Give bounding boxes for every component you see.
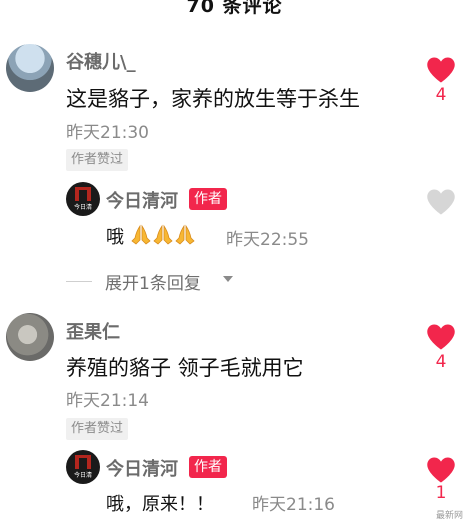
reply-text: 哦 xyxy=(106,227,124,248)
comment-username[interactable]: 谷穗儿\_ xyxy=(66,48,136,74)
reply-time: 昨天22:55 xyxy=(226,230,309,250)
comments-count-title: 70 条评论 xyxy=(186,0,283,17)
author-badge: 作者 xyxy=(189,456,227,478)
logo-mark-icon xyxy=(75,187,91,201)
watermark: 最新网 xyxy=(435,511,463,521)
logo-mark-icon xyxy=(75,455,91,469)
comment-time: 昨天21:30 xyxy=(66,123,149,143)
avatar-logo-text: 今日清 xyxy=(73,204,92,211)
like-heart-icon[interactable] xyxy=(426,56,456,84)
reply-username[interactable]: 今日清河 xyxy=(106,455,178,481)
avatar[interactable]: 今日清 xyxy=(66,182,100,216)
avatar-logo-text: 今日清 xyxy=(73,472,92,479)
folded-hands-icon xyxy=(130,224,152,246)
reply-text-line: 哦 xyxy=(106,223,196,249)
reply-text: 哦，原来！！ xyxy=(106,494,214,515)
comment-time: 昨天21:14 xyxy=(66,391,149,411)
comment-username[interactable]: 歪果仁 xyxy=(66,318,120,344)
expand-replies-label[interactable]: 展开1条回复 xyxy=(105,269,201,294)
comment-text: 养殖的貉子 领子毛就用它 xyxy=(66,356,304,380)
like-count: 4 xyxy=(435,352,447,372)
avatar[interactable] xyxy=(6,313,54,361)
like-heart-icon[interactable] xyxy=(426,188,456,216)
avatar[interactable]: 今日清 xyxy=(66,450,100,484)
avatar[interactable] xyxy=(6,44,54,92)
like-count: 1 xyxy=(435,483,447,503)
reply-time: 昨天21:16 xyxy=(252,495,335,515)
folded-hands-icon xyxy=(152,224,174,246)
like-count: 4 xyxy=(435,85,447,105)
chevron-down-icon xyxy=(223,276,233,282)
author-liked-badge: 作者赞过 xyxy=(66,149,129,171)
like-heart-icon[interactable] xyxy=(426,323,456,351)
comment-text: 这是貉子，家养的放生等于杀生 xyxy=(66,87,360,111)
folded-hands-icon xyxy=(174,224,196,246)
divider xyxy=(66,281,92,282)
reply-username[interactable]: 今日清河 xyxy=(106,187,178,213)
author-liked-badge: 作者赞过 xyxy=(66,418,129,440)
like-heart-icon[interactable] xyxy=(426,456,456,484)
author-badge: 作者 xyxy=(189,188,227,210)
